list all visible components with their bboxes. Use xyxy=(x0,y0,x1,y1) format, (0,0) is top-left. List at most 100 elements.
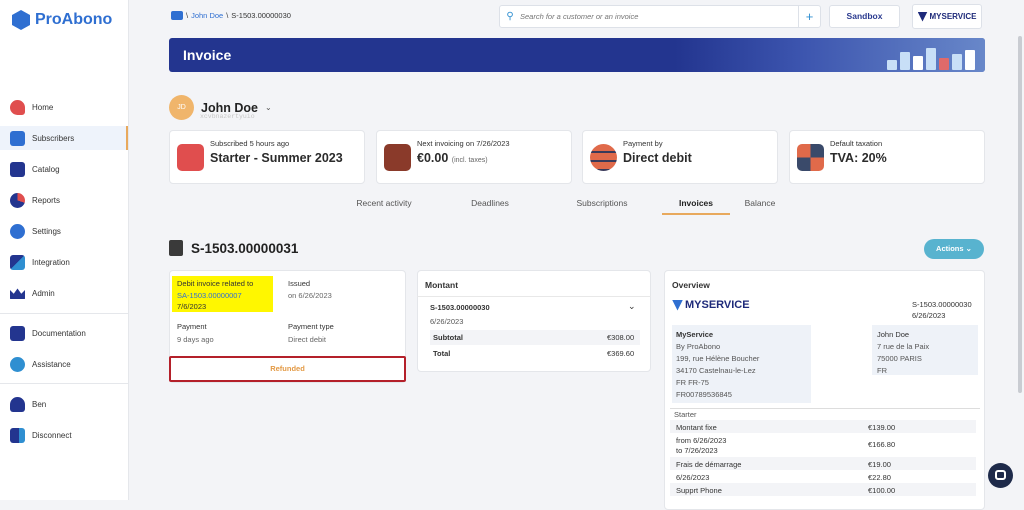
actions-button[interactable]: Actions ⌄ xyxy=(924,239,984,259)
avatar: JD xyxy=(169,95,194,120)
stat-card-next-invoicing[interactable]: Next invoicing on 7/26/2023 €0.00 (incl.… xyxy=(376,130,572,184)
seller-line: 199, rue Hélène Boucher xyxy=(676,354,760,363)
sidebar-item-settings[interactable]: Settings xyxy=(0,219,128,243)
sidebar-item-admin[interactable]: Admin xyxy=(0,281,128,305)
business-name: MYSERVICE xyxy=(929,12,977,21)
book-icon xyxy=(10,325,25,341)
myservice-logo-icon xyxy=(917,11,928,22)
line-value: €139.00 xyxy=(868,423,896,432)
page-title: Invoice xyxy=(183,47,232,63)
sidebar-item-user[interactable]: Ben xyxy=(0,392,128,416)
line-label: from 6/26/2023 xyxy=(676,436,727,445)
myservice-logo-icon xyxy=(672,299,683,311)
invoice-icon xyxy=(169,240,183,256)
stat-amount: €0.00 xyxy=(417,151,449,165)
stat-label: Default taxation xyxy=(830,139,883,148)
total-label: Total xyxy=(433,349,451,358)
overview-section-title: Starter xyxy=(674,410,697,419)
chevron-down-icon[interactable]: ⌄ xyxy=(628,301,636,312)
breadcrumb-current: S-1503.00000030 xyxy=(231,11,291,20)
page-banner: Invoice xyxy=(169,38,985,72)
invoice-number: S-1503.00000031 xyxy=(191,240,299,256)
stat-value: Starter - Summer 2023 xyxy=(210,151,343,165)
sidebar-item-label: Integration xyxy=(32,257,70,267)
buyer-line: John Doe xyxy=(877,330,910,339)
payment-value: 9 days ago xyxy=(177,335,214,344)
sidebar-item-catalog[interactable]: Catalog xyxy=(0,157,128,181)
proabono-logo-icon xyxy=(12,10,30,30)
amount-date: 6/26/2023 xyxy=(430,317,464,326)
sidebar-item-subscribers[interactable]: Subscribers xyxy=(0,126,128,150)
sidebar-item-label: Subscribers xyxy=(32,133,75,143)
overview-brand-name: MYSERVICE xyxy=(685,299,750,311)
subscribers-icon xyxy=(171,11,183,20)
subtotal-label: Subtotal xyxy=(433,333,463,342)
stat-card-subscription[interactable]: Subscribed 5 hours ago Starter - Summer … xyxy=(169,130,365,184)
sidebar-item-disconnect[interactable]: Disconnect xyxy=(0,423,128,447)
search-input[interactable] xyxy=(520,12,798,21)
add-button[interactable]: + xyxy=(798,6,820,27)
sidebar-item-home[interactable]: Home xyxy=(0,95,128,119)
sidebar-item-documentation[interactable]: Documentation xyxy=(0,321,128,345)
logout-icon xyxy=(10,427,25,443)
buyer-line: FR xyxy=(877,366,887,375)
coins-icon xyxy=(590,144,617,171)
sidebar-item-integration[interactable]: Integration xyxy=(0,250,128,274)
sidebar-item-label: Disconnect xyxy=(32,430,72,440)
headset-icon xyxy=(10,356,25,372)
payment-type-value: Direct debit xyxy=(288,335,326,344)
buyer-line: 75000 PARIS xyxy=(877,354,922,363)
stat-card-taxation[interactable]: Default taxation TVA: 20% xyxy=(789,130,985,184)
sidebar-item-label: Home xyxy=(32,102,54,112)
issued-value: on 6/26/2023 xyxy=(288,291,332,300)
tab-deadlines[interactable]: Deadlines xyxy=(438,193,542,215)
chat-icon xyxy=(995,470,1006,480)
rocket-icon xyxy=(10,99,25,115)
overview-title: Overview xyxy=(672,280,710,290)
stat-sub: (incl. taxes) xyxy=(451,157,488,164)
business-switcher[interactable]: MYSERVICE xyxy=(912,4,982,29)
line-value: €100.00 xyxy=(868,486,896,495)
overview-date: 6/26/2023 xyxy=(912,311,946,320)
sidebar-item-assistance[interactable]: Assistance xyxy=(0,352,128,376)
breadcrumb-customer-link[interactable]: John Doe xyxy=(191,11,223,20)
actions-label: Actions xyxy=(936,244,964,253)
related-invoice-link[interactable]: SA-1503.00000007 xyxy=(177,291,242,300)
invoice-header: S-1503.00000031 xyxy=(169,240,298,256)
tab-invoices[interactable]: Invoices xyxy=(662,193,730,215)
banner-decoration xyxy=(887,48,975,70)
seller-line: 34170 Castelnau-le-Lez xyxy=(676,366,756,375)
calculator-icon xyxy=(797,144,824,171)
sidebar-item-label: Settings xyxy=(32,226,61,236)
sidebar-divider xyxy=(0,383,128,384)
chat-button[interactable] xyxy=(988,463,1013,488)
tab-balance[interactable]: Balance xyxy=(740,193,780,215)
seller-line: FR FR-75 xyxy=(676,378,709,387)
line-label: Supprt Phone xyxy=(676,486,722,495)
breadcrumb: \ John Doe \ S-1503.00000030 xyxy=(171,11,291,20)
amount-title: Montant xyxy=(425,280,459,290)
chevron-down-icon[interactable]: ⌄ xyxy=(265,103,272,112)
sidebar-divider xyxy=(0,313,128,314)
stat-card-payment[interactable]: Payment by Direct debit xyxy=(582,130,778,184)
scrollbar[interactable] xyxy=(1018,36,1022,393)
pie-chart-icon xyxy=(10,192,25,208)
sandbox-button[interactable]: Sandbox xyxy=(829,5,900,28)
user-icon xyxy=(10,396,25,412)
gear-icon xyxy=(10,223,25,239)
tab-recent-activity[interactable]: Recent activity xyxy=(330,193,438,215)
overview-brand: MYSERVICE xyxy=(672,299,750,311)
line-label: Frais de démarrage xyxy=(676,460,742,469)
catalog-icon xyxy=(10,161,25,177)
app-logo[interactable]: ProAbono xyxy=(12,10,112,30)
code-icon xyxy=(10,254,25,270)
customer-id: xcvbnazertyuio xyxy=(200,113,255,120)
tab-subscriptions[interactable]: Subscriptions xyxy=(542,193,662,215)
subtotal-value: €308.00 xyxy=(607,333,635,342)
total-value: €369.60 xyxy=(607,349,635,358)
seller-line: FR00789536845 xyxy=(676,390,732,399)
line-value: €166.80 xyxy=(868,440,896,449)
sidebar-item-reports[interactable]: Reports xyxy=(0,188,128,212)
stat-value: Direct debit xyxy=(623,151,692,165)
buyer-line: 7 rue de la Paix xyxy=(877,342,930,351)
